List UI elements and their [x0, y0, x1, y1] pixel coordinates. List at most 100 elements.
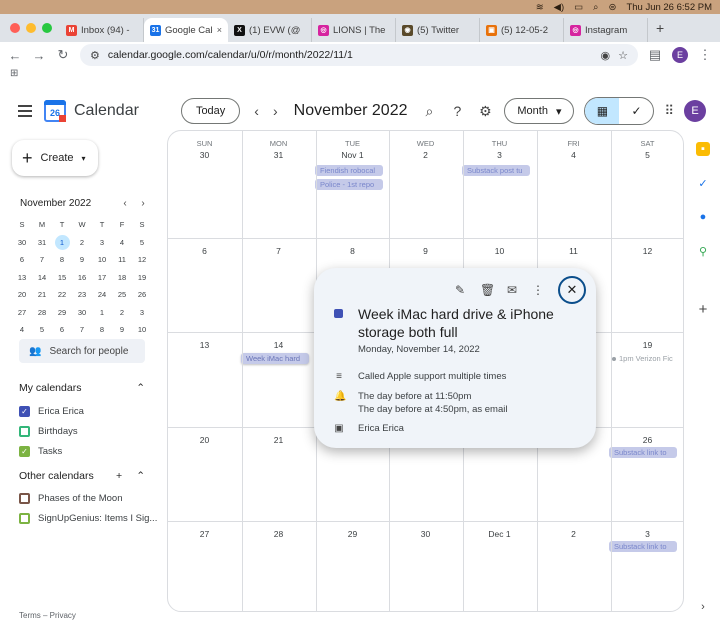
keep-icon[interactable]: ▪	[696, 142, 710, 156]
close-popup-button[interactable]: ✕	[558, 276, 586, 304]
mini-day[interactable]: 3	[92, 234, 112, 252]
mini-day[interactable]: 14	[32, 269, 52, 287]
mini-day[interactable]: 26	[132, 286, 152, 304]
help-icon[interactable]: ?	[448, 103, 466, 119]
calendar-checkbox[interactable]: ✓	[19, 406, 30, 417]
mini-day[interactable]: 9	[112, 321, 132, 339]
site-settings-icon[interactable]: ⚙	[90, 49, 100, 62]
mini-day[interactable]: 27	[12, 304, 32, 322]
calendar-checkbox[interactable]	[19, 493, 30, 504]
terms-privacy-link[interactable]: Terms – Privacy	[19, 611, 76, 620]
forward-icon[interactable]: →	[32, 48, 46, 63]
battery-icon[interactable]: ▭	[574, 2, 583, 13]
chevron-up-icon[interactable]: ⌃	[136, 382, 145, 394]
mini-day[interactable]: 1	[54, 234, 70, 250]
mini-day[interactable]: 18	[112, 269, 132, 287]
main-menu-icon[interactable]	[18, 102, 32, 120]
other-calendars-header[interactable]: Other calendars + ⌃	[19, 470, 145, 482]
tasks-icon[interactable]: ✓	[696, 176, 710, 190]
browser-menu-icon[interactable]: ⋮	[698, 47, 712, 63]
browser-profile-avatar[interactable]: E	[672, 47, 688, 63]
day-number[interactable]: 11	[537, 246, 610, 256]
mini-day[interactable]: 8	[52, 251, 72, 269]
calendar-list-item[interactable]: SignUpGenius: Items I Sig...	[19, 513, 157, 524]
event-chip[interactable]: Substack link to	[609, 541, 677, 552]
day-number[interactable]: 10	[463, 246, 536, 256]
bookmark-star-icon[interactable]: ☆	[618, 49, 628, 62]
mini-day[interactable]: 17	[92, 269, 112, 287]
browser-tab[interactable]: ◎ Instagram	[564, 18, 648, 42]
day-number[interactable]: 31	[242, 150, 315, 160]
day-number[interactable]: 13	[168, 340, 241, 350]
event-chip[interactable]: Police - 1st repo	[315, 179, 383, 190]
chevron-up-icon[interactable]: ⌃	[136, 470, 145, 482]
mini-day[interactable]: 10	[132, 321, 152, 339]
mini-day[interactable]: 23	[72, 286, 92, 304]
day-number[interactable]: 30	[168, 150, 241, 160]
volume-icon[interactable]: ◀)	[554, 2, 564, 13]
eye-icon[interactable]: ◉	[601, 49, 611, 62]
day-number[interactable]: Dec 1	[463, 529, 536, 539]
contacts-icon[interactable]: ●	[696, 210, 710, 224]
mini-day[interactable]: 5	[32, 321, 52, 339]
previous-month-icon[interactable]: ‹	[254, 103, 259, 119]
view-selector[interactable]: Month ▾	[504, 98, 575, 124]
mini-next-icon[interactable]: ›	[134, 198, 152, 209]
close-window-button[interactable]	[10, 23, 20, 33]
mini-day[interactable]: 11	[112, 251, 132, 269]
back-icon[interactable]: ←	[8, 48, 22, 63]
mini-day[interactable]: 1	[92, 304, 112, 322]
mini-day[interactable]: 6	[12, 251, 32, 269]
day-number[interactable]: 2	[537, 529, 610, 539]
create-button[interactable]: + Create ▾	[12, 140, 98, 176]
event-chip[interactable]: Substack link to	[609, 447, 677, 458]
wifi-icon[interactable]: ≋	[536, 2, 544, 13]
close-tab-icon[interactable]: ×	[217, 25, 222, 35]
mini-day[interactable]: 19	[132, 269, 152, 287]
calendar-list-item[interactable]: ✓ Tasks	[19, 446, 62, 457]
event-chip-selected[interactable]: Week iMac hard	[241, 353, 309, 364]
mini-day[interactable]: 7	[32, 251, 52, 269]
account-avatar[interactable]: E	[684, 100, 706, 122]
zoom-window-button[interactable]	[42, 23, 52, 33]
day-number[interactable]: 30	[389, 529, 462, 539]
browser-tab[interactable]: ▣ (5) 12-05-2	[480, 18, 564, 42]
minimize-window-button[interactable]	[26, 23, 36, 33]
mini-day[interactable]: 4	[12, 321, 32, 339]
delete-trash-icon[interactable]: 🗑	[480, 283, 495, 297]
event-chip[interactable]: Substack post tu	[462, 165, 530, 176]
day-number[interactable]: 28	[242, 529, 315, 539]
today-button[interactable]: Today	[180, 98, 241, 124]
mini-day[interactable]: 12	[132, 251, 152, 269]
day-number[interactable]: 19	[611, 340, 683, 350]
edit-pencil-icon[interactable]: ✎	[454, 283, 466, 297]
day-number[interactable]: 5	[611, 150, 683, 160]
email-icon[interactable]: ✉	[506, 283, 518, 297]
mini-day[interactable]: 30	[72, 304, 92, 322]
day-number[interactable]: 12	[611, 246, 683, 256]
calendar-list-item[interactable]: Phases of the Moon	[19, 493, 123, 504]
next-month-icon[interactable]: ›	[273, 103, 278, 119]
mini-day[interactable]: 29	[52, 304, 72, 322]
mini-day[interactable]: 31	[32, 234, 52, 252]
search-people-input[interactable]: 👥 Search for people	[19, 339, 145, 363]
apps-shortcut-icon[interactable]: ⊞	[10, 68, 18, 79]
day-number[interactable]: Nov 1	[316, 150, 389, 160]
day-number[interactable]: 7	[242, 246, 315, 256]
calendar-checkbox[interactable]	[19, 426, 30, 437]
mini-day[interactable]: 28	[32, 304, 52, 322]
my-calendars-header[interactable]: My calendars ⌃	[19, 382, 145, 394]
settings-gear-icon[interactable]: ⚙	[476, 103, 494, 120]
mini-day[interactable]: 15	[52, 269, 72, 287]
calendar-logo[interactable]: 26	[44, 100, 66, 122]
mini-day[interactable]: 16	[72, 269, 92, 287]
browser-tab[interactable]: 31 Google Cale ×	[144, 18, 228, 42]
mini-day[interactable]: 25	[112, 286, 132, 304]
day-number[interactable]: 29	[316, 529, 389, 539]
reload-icon[interactable]: ↻	[56, 47, 70, 63]
day-number[interactable]: 3	[463, 150, 536, 160]
event-chip[interactable]: 1pm Verizon Fic	[612, 354, 673, 363]
mini-day[interactable]: 3	[132, 304, 152, 322]
mini-day[interactable]: 2	[72, 234, 92, 252]
mini-day[interactable]: 7	[72, 321, 92, 339]
